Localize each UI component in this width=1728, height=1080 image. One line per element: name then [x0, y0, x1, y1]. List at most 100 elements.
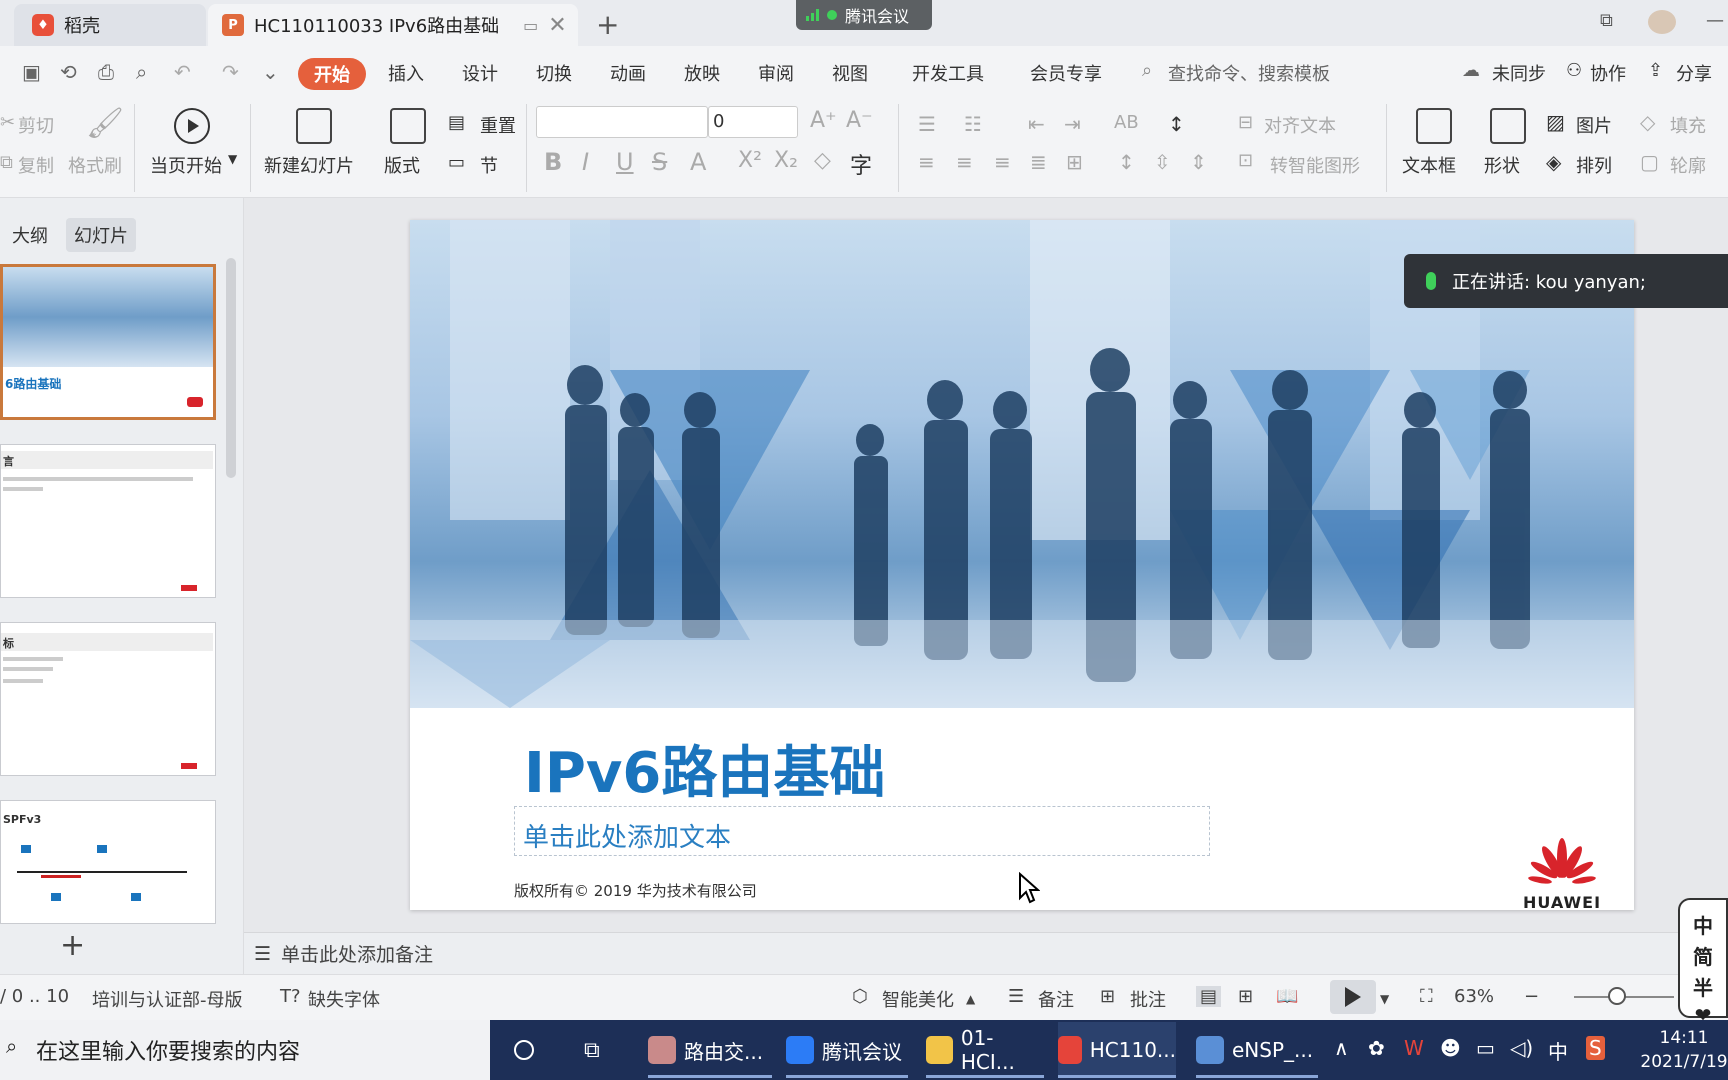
italic-icon[interactable]: I: [582, 148, 589, 176]
subscript-icon[interactable]: X₂: [774, 148, 798, 173]
system-clock[interactable]: 14:11 2021/7/19: [1640, 1026, 1728, 1074]
arrange-button[interactable]: 排列: [1576, 152, 1612, 178]
redo-icon[interactable]: ↷: [222, 60, 239, 84]
print-preview-icon[interactable]: ⌕: [136, 60, 147, 84]
add-slide-button[interactable]: +: [60, 928, 85, 963]
slide-thumbnail[interactable]: 标: [0, 622, 216, 776]
battery-icon[interactable]: ▭: [1476, 1036, 1495, 1060]
superscript-icon[interactable]: X²: [738, 148, 762, 173]
section-button[interactable]: 节: [480, 152, 498, 178]
outdent-icon[interactable]: ⇤: [1028, 112, 1045, 136]
align-right-icon[interactable]: ≡: [994, 150, 1011, 174]
taskbar-app-folder[interactable]: 01-HCI...: [926, 1022, 1044, 1078]
underline-icon[interactable]: U: [616, 148, 634, 176]
print-icon[interactable]: ⎙: [98, 60, 114, 84]
wps-tray-icon[interactable]: W: [1404, 1036, 1424, 1060]
bold-icon[interactable]: B: [544, 148, 562, 176]
cut-button[interactable]: 剪切: [18, 112, 54, 138]
ime-indicator[interactable]: 中: [1548, 1036, 1568, 1065]
strikethrough-icon[interactable]: S: [652, 148, 667, 176]
volume-icon[interactable]: ◁): [1510, 1036, 1533, 1060]
slide-thumbnail[interactable]: 言: [0, 444, 216, 598]
cortana-icon[interactable]: [514, 1022, 534, 1078]
shape-button[interactable]: 形状: [1484, 152, 1520, 178]
format-painter-button[interactable]: 格式刷: [68, 152, 122, 178]
outline-button[interactable]: 轮廓: [1670, 152, 1706, 178]
ime-mode[interactable]: 中: [1693, 910, 1713, 939]
indent-icon[interactable]: ⇥: [1064, 112, 1081, 136]
play-from-current-button[interactable]: 当页开始: [150, 152, 222, 178]
menu-member[interactable]: 会员专享: [1030, 60, 1102, 86]
fit-window-icon[interactable]: ⛶: [1420, 986, 1433, 1007]
undo-icon[interactable]: ↶: [174, 60, 191, 84]
align-center-icon[interactable]: ≡: [956, 150, 973, 174]
page-count-icon[interactable]: ⧉: [1600, 10, 1613, 31]
screen-icon[interactable]: ▭: [523, 16, 538, 35]
font-family-select[interactable]: [536, 106, 708, 138]
fill-button[interactable]: 填充: [1670, 112, 1706, 138]
play-options-icon[interactable]: ▼: [1380, 992, 1389, 1006]
phonetic-icon[interactable]: 字: [850, 148, 872, 180]
sogou-icon[interactable]: S: [1586, 1036, 1605, 1060]
subtitle-placeholder[interactable]: 单击此处添加文本: [514, 806, 1210, 856]
play-slideshow-button[interactable]: [1330, 980, 1376, 1014]
spacing-options-icon[interactable]: ⇕: [1190, 150, 1207, 174]
meeting-indicator[interactable]: 腾讯会议: [796, 0, 932, 30]
zoom-level[interactable]: 63%: [1454, 986, 1494, 1007]
menu-insert[interactable]: 插入: [388, 60, 424, 86]
distribute-icon[interactable]: ⊞: [1066, 150, 1083, 174]
missing-font-button[interactable]: 缺失字体: [308, 986, 380, 1012]
menu-transition[interactable]: 切换: [536, 60, 572, 86]
taskbar-app-wps[interactable]: HC110...: [1058, 1022, 1176, 1078]
search-icon[interactable]: ⌕: [1142, 60, 1152, 81]
ime-halfwidth[interactable]: 半: [1693, 972, 1713, 1001]
slide-thumbnail[interactable]: 6路由基础: [0, 264, 216, 420]
menu-home[interactable]: 开始: [298, 58, 366, 90]
template-name[interactable]: 培训与认证部-母版: [92, 986, 243, 1012]
reset-button[interactable]: 重置: [480, 112, 516, 138]
avatar[interactable]: [1648, 10, 1676, 34]
text-direction-icon[interactable]: ↕: [1168, 112, 1185, 136]
ime-simplified[interactable]: 简: [1693, 941, 1713, 970]
menu-developer[interactable]: 开发工具: [912, 60, 984, 86]
tab-slides[interactable]: 幻灯片: [66, 218, 136, 252]
font-size-select[interactable]: 0: [708, 106, 798, 138]
chevron-up-icon[interactable]: ∧: [1334, 1036, 1349, 1060]
taskbar-app-ensp[interactable]: eNSP_...: [1196, 1022, 1318, 1078]
tab-document[interactable]: P HC110110033 IPv6路由基础 ▭ ✕: [208, 4, 578, 46]
panel-scrollbar[interactable]: [226, 258, 236, 478]
taskbar-search[interactable]: 在这里输入你要搜索的内容: [0, 1020, 490, 1080]
layout-button[interactable]: 版式: [384, 152, 420, 178]
decrease-font-icon[interactable]: A⁻: [846, 108, 873, 133]
zoom-slider-handle[interactable]: [1608, 987, 1626, 1005]
menu-design[interactable]: 设计: [462, 60, 498, 86]
menu-animation[interactable]: 动画: [610, 60, 646, 86]
copy-button[interactable]: 复制: [18, 152, 54, 178]
taskbar-app-tencent-meeting[interactable]: 腾讯会议: [786, 1022, 908, 1078]
clear-format-icon[interactable]: ◇: [814, 148, 831, 173]
menu-view[interactable]: 视图: [832, 60, 868, 86]
tray-app-icon[interactable]: ✿: [1368, 1036, 1385, 1060]
slide-thumbnail[interactable]: SPFv3: [0, 800, 216, 924]
qq-icon[interactable]: ☻: [1440, 1036, 1461, 1060]
tab-daoke[interactable]: ♦ 稻壳: [14, 4, 206, 46]
taskbar-app-routing[interactable]: 路由交...: [648, 1022, 772, 1078]
collab-button[interactable]: 协作: [1590, 60, 1626, 86]
line-spacing-icon[interactable]: ↕: [1118, 150, 1135, 174]
slide-title[interactable]: IPv6路由基础: [524, 728, 885, 809]
picture-button[interactable]: 图片: [1576, 112, 1612, 138]
beautify-button[interactable]: 智能美化: [882, 986, 954, 1012]
justify-icon[interactable]: ≣: [1030, 150, 1047, 174]
tab-outline[interactable]: 大纲: [4, 218, 56, 252]
close-tab-icon[interactable]: ✕: [548, 13, 566, 38]
textbox-button[interactable]: 文本框: [1402, 152, 1456, 178]
new-slide-button[interactable]: 新建幻灯片: [264, 152, 354, 178]
text-case-icon[interactable]: AB: [1114, 112, 1139, 133]
bullet-list-icon[interactable]: ☰: [918, 112, 936, 136]
paragraph-spacing-icon[interactable]: ⇳: [1154, 150, 1171, 174]
zoom-out-icon[interactable]: −: [1524, 986, 1539, 1007]
share-doc-icon[interactable]: ⟲: [60, 60, 77, 84]
slide-sorter-icon[interactable]: ⊞: [1238, 986, 1253, 1007]
font-color-icon[interactable]: A: [690, 148, 706, 176]
align-left-icon[interactable]: ≡: [918, 150, 935, 174]
